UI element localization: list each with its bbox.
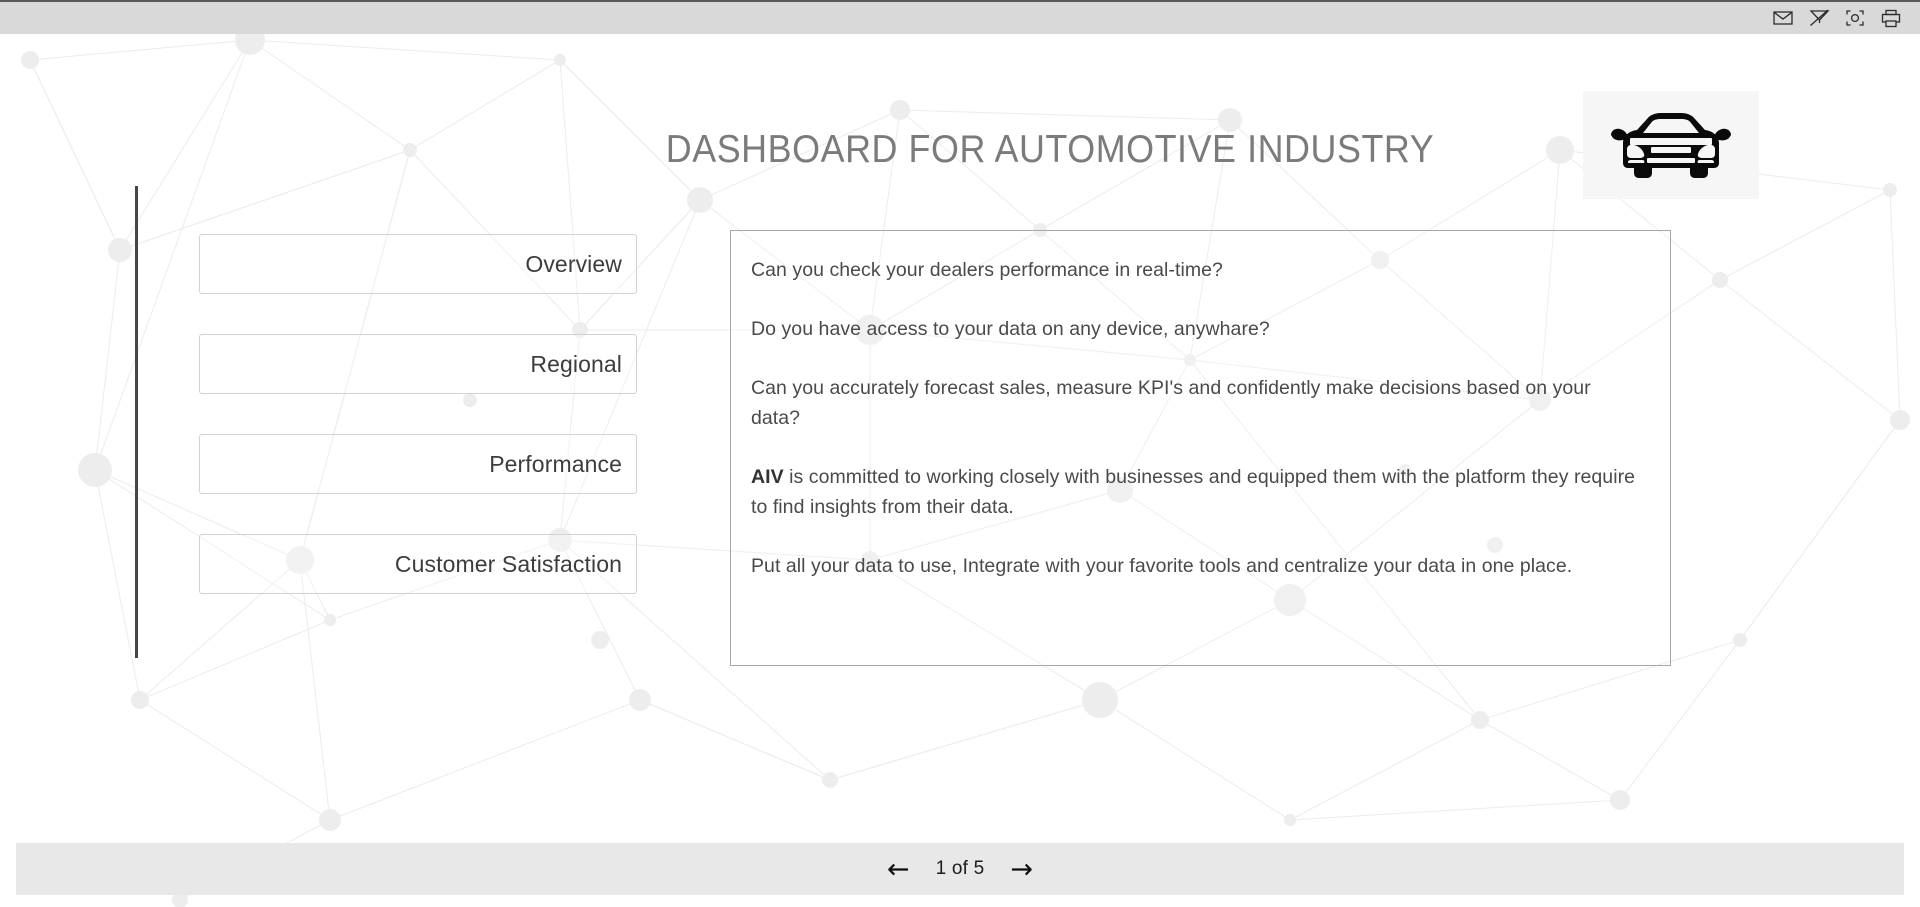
sidebar-accent-rule	[135, 186, 138, 658]
next-slide-button[interactable]: →	[1010, 856, 1033, 883]
sidebar-item-label: Regional	[530, 350, 622, 377]
content-paragraph-text: is committed to working closely with bus…	[751, 466, 1636, 518]
mail-icon[interactable]	[1768, 6, 1798, 30]
automotive-logo	[1583, 91, 1759, 199]
page-title: DASHBOARD FOR AUTOMOTIVE INDUSTRY	[665, 128, 1435, 171]
content-paragraph-aiv: AIV is committed to working closely with…	[751, 462, 1644, 522]
sidebar-item-label: Overview	[525, 250, 622, 277]
prev-slide-button[interactable]: ←	[887, 856, 910, 883]
send-disabled-icon[interactable]	[1804, 6, 1834, 30]
sidebar-item-regional[interactable]: Regional	[199, 334, 637, 394]
content-panel: Can you check your dealers performance i…	[730, 230, 1671, 666]
slide-viewer-window: DASHBOARD FOR AUTOMOTIVE INDUSTRY Overvi…	[0, 0, 1920, 907]
sidebar-nav: Overview Regional Performance Customer S…	[199, 234, 637, 634]
car-icon	[1611, 113, 1731, 178]
status-bar: ← 1 of 5 →	[16, 843, 1904, 895]
screenshot-icon[interactable]	[1840, 6, 1870, 30]
content-paragraph: Put all your data to use, Integrate with…	[751, 555, 1573, 577]
page-indicator: 1 of 5	[935, 858, 985, 879]
pager: ← 1 of 5 →	[887, 856, 1033, 883]
sidebar-item-overview[interactable]: Overview	[199, 234, 637, 294]
print-icon[interactable]	[1876, 6, 1906, 30]
slide-canvas: DASHBOARD FOR AUTOMOTIVE INDUSTRY Overvi…	[0, 34, 1920, 840]
sidebar-item-label: Customer Satisfaction	[394, 550, 622, 577]
sidebar-item-customer-satisfaction[interactable]: Customer Satisfaction	[199, 534, 637, 594]
content-paragraph: Can you accurately forecast sales, measu…	[751, 377, 1591, 429]
top-toolbar	[0, 0, 1920, 34]
sidebar-item-performance[interactable]: Performance	[199, 434, 637, 494]
content-paragraph: Do you have access to your data on any d…	[751, 318, 1270, 340]
brand-name: AIV	[751, 466, 784, 488]
content-paragraph: Can you check your dealers performance i…	[751, 259, 1223, 281]
sidebar-item-label: Performance	[489, 450, 622, 477]
